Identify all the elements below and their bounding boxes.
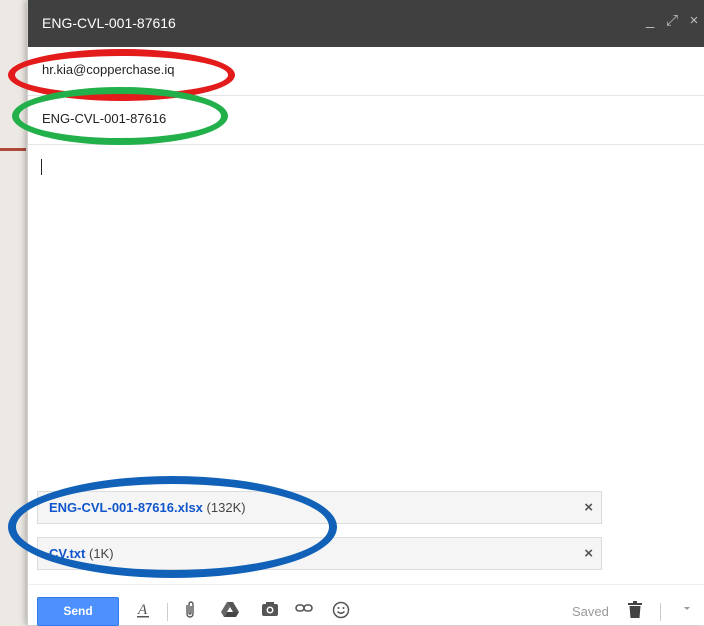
- attachment-filename[interactable]: ENG-CVL-001-87616.xlsx: [49, 500, 203, 515]
- message-body[interactable]: [28, 145, 704, 485]
- toolbar-separator: [167, 603, 168, 621]
- compose-toolbar: Send A Saved: [28, 584, 704, 626]
- remove-attachment-icon[interactable]: ×: [584, 538, 593, 569]
- insert-photo-icon[interactable]: [261, 601, 279, 621]
- send-button[interactable]: Send: [37, 597, 119, 626]
- trash-icon[interactable]: [628, 601, 642, 623]
- to-field[interactable]: hr.kia@copperchase.iq: [28, 47, 704, 96]
- saved-status: Saved: [572, 604, 609, 619]
- compose-window: ENG-CVL-001-87616 _ ⤢ × hr.kia@coppercha…: [27, 0, 704, 626]
- insert-link-icon[interactable]: [295, 601, 313, 618]
- subject-value[interactable]: ENG-CVL-001-87616: [42, 111, 166, 126]
- background-accent-line: [0, 148, 26, 151]
- text-cursor: [41, 159, 42, 175]
- expand-icon[interactable]: ⤢: [661, 12, 683, 29]
- close-icon[interactable]: ×: [683, 12, 704, 29]
- remove-attachment-icon[interactable]: ×: [584, 492, 593, 523]
- compose-title: ENG-CVL-001-87616: [42, 15, 176, 31]
- attachment-link[interactable]: CV.txt (1K): [49, 538, 114, 569]
- attachment-chip[interactable]: CV.txt (1K) ×: [37, 537, 602, 570]
- emoji-icon[interactable]: [332, 601, 350, 623]
- attachment-size: (1K): [89, 546, 114, 561]
- attach-file-icon[interactable]: [184, 601, 196, 623]
- subject-field[interactable]: ENG-CVL-001-87616: [28, 96, 704, 145]
- drive-icon[interactable]: [221, 601, 239, 621]
- compose-titlebar: ENG-CVL-001-87616 _ ⤢ ×: [28, 0, 704, 47]
- attachment-link[interactable]: ENG-CVL-001-87616.xlsx (132K): [49, 492, 246, 523]
- minimize-icon[interactable]: _: [639, 12, 661, 29]
- svg-text:A: A: [137, 602, 148, 618]
- more-options-icon[interactable]: [683, 601, 691, 618]
- attachment-filename[interactable]: CV.txt: [49, 546, 85, 561]
- toolbar-separator: [660, 603, 661, 621]
- attachment-chip[interactable]: ENG-CVL-001-87616.xlsx (132K) ×: [37, 491, 602, 524]
- window-controls: _ ⤢ ×: [639, 12, 704, 29]
- to-recipient[interactable]: hr.kia@copperchase.iq: [42, 62, 174, 77]
- attachment-size: (132K): [206, 500, 246, 515]
- format-text-icon[interactable]: A: [136, 601, 150, 623]
